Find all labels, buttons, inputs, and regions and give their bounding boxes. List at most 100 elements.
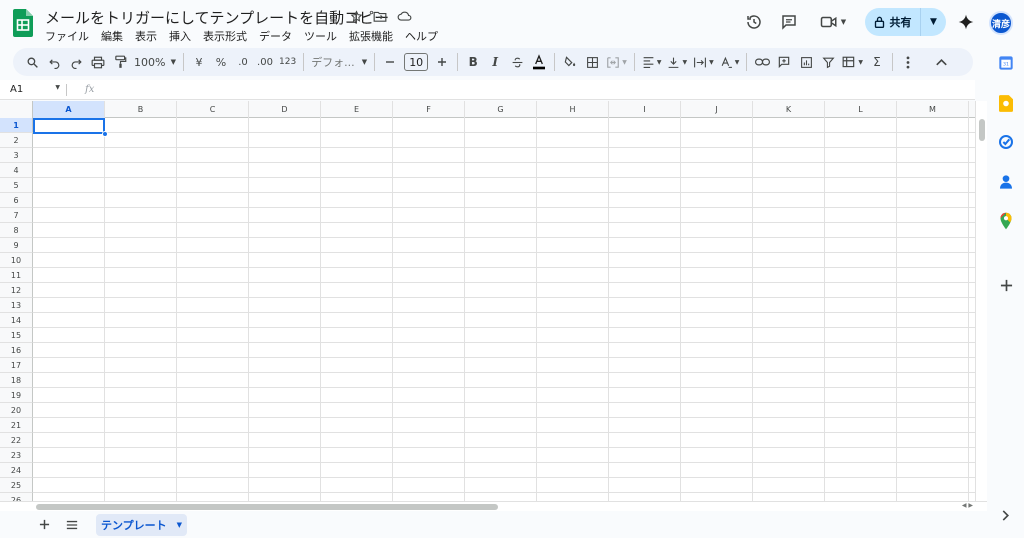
gemini-sparkle-icon[interactable] <box>953 9 979 35</box>
bold-button[interactable]: B <box>462 50 484 74</box>
menu-insert[interactable]: 挿入 <box>169 28 197 44</box>
column-header[interactable]: A <box>33 101 105 118</box>
row-header[interactable]: 18 <box>0 373 33 388</box>
comments-icon[interactable] <box>776 9 802 35</box>
share-button[interactable]: 共有 ▼ <box>865 8 946 36</box>
row-header[interactable]: 10 <box>0 253 33 268</box>
horizontal-align-icon[interactable]: ▼ <box>639 50 665 74</box>
insert-comment-icon[interactable] <box>773 50 795 74</box>
row-header[interactable]: 15 <box>0 328 33 343</box>
row-header[interactable]: 6 <box>0 193 33 208</box>
column-header[interactable]: E <box>321 101 393 118</box>
menu-file[interactable]: ファイル <box>45 28 95 44</box>
print-icon[interactable] <box>87 50 109 74</box>
row-header[interactable]: 22 <box>0 433 33 448</box>
font-size-decrease-button[interactable] <box>379 50 401 74</box>
collapse-toolbar-icon[interactable] <box>931 50 953 74</box>
fill-handle[interactable] <box>102 131 108 137</box>
row-header[interactable]: 16 <box>0 343 33 358</box>
select-all-corner[interactable] <box>0 101 33 118</box>
row-header[interactable]: 8 <box>0 223 33 238</box>
formula-input[interactable] <box>102 81 975 99</box>
column-header[interactable]: D <box>249 101 321 118</box>
currency-format-button[interactable]: ¥ <box>188 50 210 74</box>
row-header[interactable]: 17 <box>0 358 33 373</box>
more-formats-button[interactable]: 123 <box>276 50 299 74</box>
horizontal-scrollbar[interactable]: ◀ ▶ <box>0 501 987 511</box>
add-addon-icon[interactable] <box>997 276 1015 294</box>
scroll-arrows-icon[interactable]: ◀ ▶ <box>962 502 973 509</box>
keep-icon[interactable] <box>997 94 1015 112</box>
row-header[interactable]: 14 <box>0 313 33 328</box>
active-cell[interactable] <box>33 118 105 134</box>
avatar[interactable]: 清彦 <box>989 11 1013 35</box>
decimal-decrease-button[interactable]: .0 <box>232 50 254 74</box>
font-size-input[interactable]: 10 <box>401 50 431 74</box>
italic-button[interactable]: I <box>484 50 506 74</box>
row-header[interactable]: 9 <box>0 238 33 253</box>
vertical-scroll-thumb[interactable] <box>979 119 985 141</box>
column-header[interactable]: K <box>753 101 825 118</box>
row-header[interactable]: 5 <box>0 178 33 193</box>
column-header[interactable]: F <box>393 101 465 118</box>
column-header[interactable]: L <box>825 101 897 118</box>
spreadsheet-grid[interactable]: ABCDEFGHIJKLM 1 2 3 4 5 6 7 8 9 10 11 12 13 14 15 16 17 1… <box>0 101 975 508</box>
tasks-icon[interactable] <box>997 133 1015 151</box>
menu-tools[interactable]: ツール <box>304 28 343 44</box>
row-header[interactable]: 24 <box>0 463 33 478</box>
row-header[interactable]: 13 <box>0 298 33 313</box>
row-header[interactable]: 20 <box>0 403 33 418</box>
row-header[interactable]: 21 <box>0 418 33 433</box>
menu-help[interactable]: ヘルプ <box>405 28 444 44</box>
row-header[interactable]: 2 <box>0 133 33 148</box>
menu-data[interactable]: データ <box>259 28 298 44</box>
document-title[interactable]: メールをトリガーにしてテンプレートを自動コピー <box>45 7 389 28</box>
decimal-increase-button[interactable]: .00 <box>254 50 276 74</box>
maps-icon[interactable] <box>997 212 1015 230</box>
star-icon[interactable] <box>348 8 364 24</box>
filter-views-icon[interactable]: ▼ <box>839 50 866 74</box>
add-sheet-icon[interactable] <box>30 511 58 538</box>
insert-chart-icon[interactable] <box>795 50 817 74</box>
row-header[interactable]: 12 <box>0 283 33 298</box>
column-header[interactable]: J <box>681 101 753 118</box>
borders-icon[interactable] <box>581 50 603 74</box>
menu-extensions[interactable]: 拡張機能 <box>349 28 399 44</box>
column-header[interactable]: H <box>537 101 609 118</box>
column-header[interactable]: G <box>465 101 537 118</box>
undo-icon[interactable] <box>43 50 65 74</box>
text-rotation-icon[interactable]: ▼ <box>717 50 743 74</box>
name-box[interactable]: A1 ▼ <box>0 84 66 95</box>
merge-cells-icon[interactable]: ▼ <box>603 50 630 74</box>
fill-color-icon[interactable] <box>559 50 581 74</box>
meet-video-icon[interactable]: ▼ <box>815 9 851 35</box>
chevron-right-icon[interactable] <box>997 506 1015 524</box>
redo-icon[interactable] <box>65 50 87 74</box>
share-dropdown-button[interactable]: ▼ <box>921 8 946 36</box>
cloud-status-icon[interactable] <box>396 8 412 24</box>
row-header[interactable]: 4 <box>0 163 33 178</box>
row-header[interactable]: 23 <box>0 448 33 463</box>
contacts-icon[interactable] <box>997 173 1015 191</box>
font-family-select[interactable]: デフォ... ▼ <box>308 50 370 74</box>
strikethrough-icon[interactable] <box>506 50 528 74</box>
row-header[interactable]: 3 <box>0 148 33 163</box>
percent-format-button[interactable]: % <box>210 50 232 74</box>
cell-area[interactable] <box>33 118 975 508</box>
search-menus-icon[interactable] <box>21 50 43 74</box>
paint-format-icon[interactable] <box>109 50 131 74</box>
row-header[interactable]: 7 <box>0 208 33 223</box>
menu-view[interactable]: 表示 <box>135 28 163 44</box>
more-vert-icon[interactable] <box>897 50 919 74</box>
text-wrapping-icon[interactable]: ▼ <box>690 50 717 74</box>
text-color-icon[interactable] <box>528 50 550 74</box>
filter-icon[interactable] <box>817 50 839 74</box>
vertical-scrollbar[interactable] <box>975 101 987 508</box>
folder-move-icon[interactable] <box>372 8 388 24</box>
sheet-tab[interactable]: テンプレート ▼ <box>96 514 187 536</box>
horizontal-scroll-thumb[interactable] <box>36 504 498 510</box>
row-header[interactable]: 11 <box>0 268 33 283</box>
version-history-icon[interactable] <box>741 9 767 35</box>
row-header[interactable]: 25 <box>0 478 33 493</box>
insert-link-icon[interactable] <box>751 50 773 74</box>
